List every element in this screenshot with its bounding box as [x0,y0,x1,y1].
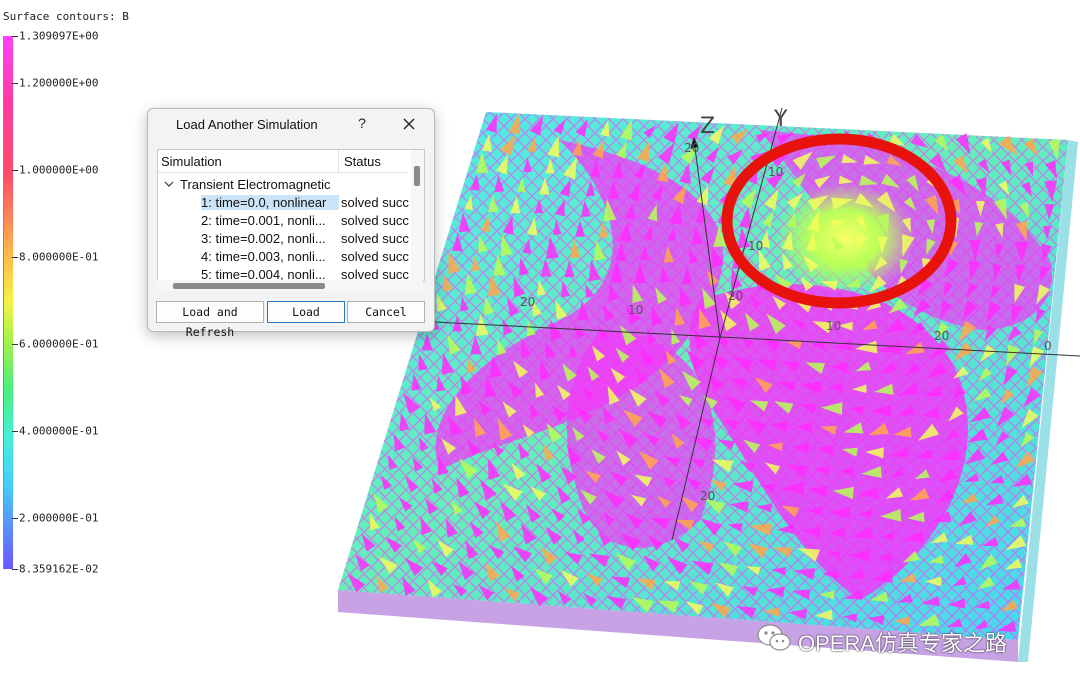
axis-tick-label: 20 [520,295,535,309]
simulation-status: solved succ [341,249,409,264]
simulation-status: solved succ [341,213,409,228]
simulation-row[interactable]: 4: time=0.003, nonli... solved succ [158,248,410,266]
dialog-title: Load Another Simulation [176,117,318,132]
load-simulation-dialog: Load Another Simulation ? Simulation Sta… [147,108,435,339]
watermark: OPERA仿真专家之路 [756,622,1007,658]
help-button[interactable]: ? [354,115,370,133]
column-header-simulation[interactable]: Simulation [161,154,222,169]
simulation-name: 4: time=0.003, nonli... [201,249,326,264]
tree-header: Simulation Status [158,150,408,173]
axis-y-label: Y [773,107,788,132]
axis-tick-label: 0 [1044,339,1052,353]
simulation-row[interactable]: 5: time=0.004, nonli... solved succ [158,266,410,281]
axis-tick-label: 20 [728,289,743,303]
cancel-button[interactable]: Cancel [347,301,425,323]
axis-tick-label: 20 [684,141,699,155]
horizontal-scrollbar[interactable] [157,280,423,292]
vertical-scrollbar[interactable] [411,150,424,280]
simulation-row[interactable]: 1: time=0.0, nonlinear solved succ [158,194,410,212]
simulation-status: solved succ [341,231,409,246]
simulation-tree[interactable]: Simulation Status Transient Electromagne… [157,149,425,281]
chevron-down-icon[interactable] [163,177,175,191]
axis-tick-label: 20 [934,329,949,343]
simulation-row[interactable]: 2: time=0.001, nonli... solved succ [158,212,410,230]
axis-tick-label: 10 [748,239,763,253]
simulation-name: 1: time=0.0, nonlinear [201,195,339,210]
load-button[interactable]: Load [267,301,345,323]
tree-group-label: Transient Electromagnetic [180,177,331,192]
simulation-name: 2: time=0.001, nonli... [201,213,326,228]
axis-tick-label: 10 [768,165,783,179]
load-and-refresh-button[interactable]: Load and Refresh [156,301,264,339]
simulation-status: solved succ [341,267,409,281]
axis-z-label: Z [700,114,715,139]
simulation-name: 3: time=0.002, nonli... [201,231,326,246]
horizontal-scroll-thumb[interactable] [173,283,325,289]
simulation-name: 5: time=0.004, nonli... [201,267,326,281]
axis-tick-label: 10 [826,319,841,333]
wechat-logo-icon [757,624,791,651]
field-plot-viewport[interactable]: Z Y 20 10 10 20 10 20 10 20 20 0 [0,0,1080,687]
close-icon[interactable] [400,115,418,133]
vertical-scroll-thumb[interactable] [414,166,420,186]
axis-tick-label: 10 [628,303,643,317]
simulation-status: solved succ [341,195,409,210]
column-header-status[interactable]: Status [344,154,381,169]
axis-tick-label: 20 [700,489,715,503]
simulation-row[interactable]: 3: time=0.002, nonli... solved succ [158,230,410,248]
watermark-text: OPERA仿真专家之路 [798,631,1008,656]
